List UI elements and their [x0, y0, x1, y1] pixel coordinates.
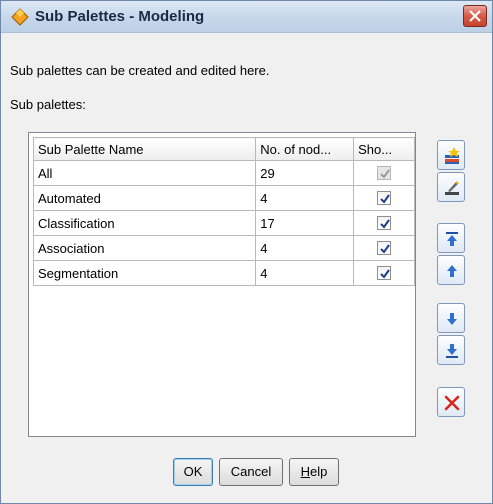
checkmark-icon [380, 219, 390, 229]
cell-count: 4 [255, 260, 355, 286]
window-title: Sub Palettes - Modeling [35, 8, 205, 25]
description-text: Sub palettes can be created and edited h… [10, 63, 270, 78]
ok-button-label: OK [183, 464, 203, 479]
header-node-count[interactable]: No. of nod... [255, 137, 355, 161]
cancel-button-label: Cancel [230, 464, 272, 479]
edit-sub-palette-icon [445, 181, 459, 195]
cell-name: Segmentation [32, 260, 257, 286]
move-to-top-button[interactable] [437, 223, 465, 253]
dialog-window: Sub Palettes - Modeling Sub palettes can… [0, 0, 493, 504]
show-checkbox-disabled [377, 166, 392, 180]
checkmark-icon [380, 194, 390, 204]
checkmark-icon [380, 269, 390, 279]
close-button[interactable] [463, 5, 487, 27]
move-up-icon [447, 265, 457, 277]
checkmark-icon [380, 244, 390, 254]
cancel-button[interactable]: Cancel [219, 458, 283, 486]
edit-sub-palette-button[interactable] [437, 172, 465, 202]
help-button[interactable]: Help [289, 458, 339, 486]
cell-name: Association [32, 235, 257, 261]
cell-name: Automated [32, 185, 257, 211]
cell-count: 17 [255, 210, 355, 236]
sub-palettes-label: Sub palettes: [10, 97, 86, 112]
add-sub-palette-icon [445, 147, 460, 164]
table-row[interactable]: Segmentation 4 [32, 260, 415, 286]
delete-icon [444, 395, 460, 411]
move-to-bottom-button[interactable] [437, 335, 465, 365]
header-show[interactable]: Sho... [353, 137, 415, 161]
help-accelerator: H [300, 464, 311, 479]
cell-count: 29 [255, 160, 355, 186]
move-to-bottom-icon [446, 344, 458, 358]
close-icon [469, 10, 481, 22]
table-row[interactable]: Association 4 [32, 235, 415, 261]
show-checkbox[interactable] [377, 266, 392, 280]
move-down-button[interactable] [437, 303, 465, 333]
delete-sub-palette-button[interactable] [437, 387, 465, 417]
help-button-label: elp [310, 464, 328, 479]
move-down-icon [447, 313, 457, 325]
ok-button[interactable]: OK [173, 458, 213, 486]
move-up-button[interactable] [437, 255, 465, 285]
app-diamond-icon [11, 8, 29, 26]
cell-name: All [32, 160, 257, 186]
table-row[interactable]: Classification 17 [32, 210, 415, 236]
header-sub-palette-name[interactable]: Sub Palette Name [32, 137, 257, 161]
table-header-row: Sub Palette Name No. of nod... Sho... [32, 137, 415, 161]
cell-count: 4 [255, 235, 355, 261]
cell-name: Classification [32, 210, 257, 236]
sub-palettes-grid: Sub Palette Name No. of nod... Sho... Al… [32, 137, 415, 286]
show-checkbox[interactable] [377, 216, 392, 230]
show-checkbox[interactable] [377, 241, 392, 255]
show-checkbox[interactable] [377, 191, 392, 205]
add-sub-palette-button[interactable] [437, 140, 465, 170]
table-row[interactable]: Automated 4 [32, 185, 415, 211]
title-bar[interactable]: Sub Palettes - Modeling [1, 1, 492, 33]
checkmark-icon [380, 169, 390, 179]
move-to-top-icon [446, 232, 458, 246]
sub-palettes-table[interactable]: Sub Palette Name No. of nod... Sho... Al… [28, 132, 416, 437]
cell-count: 4 [255, 185, 355, 211]
table-row[interactable]: All 29 [32, 160, 415, 186]
